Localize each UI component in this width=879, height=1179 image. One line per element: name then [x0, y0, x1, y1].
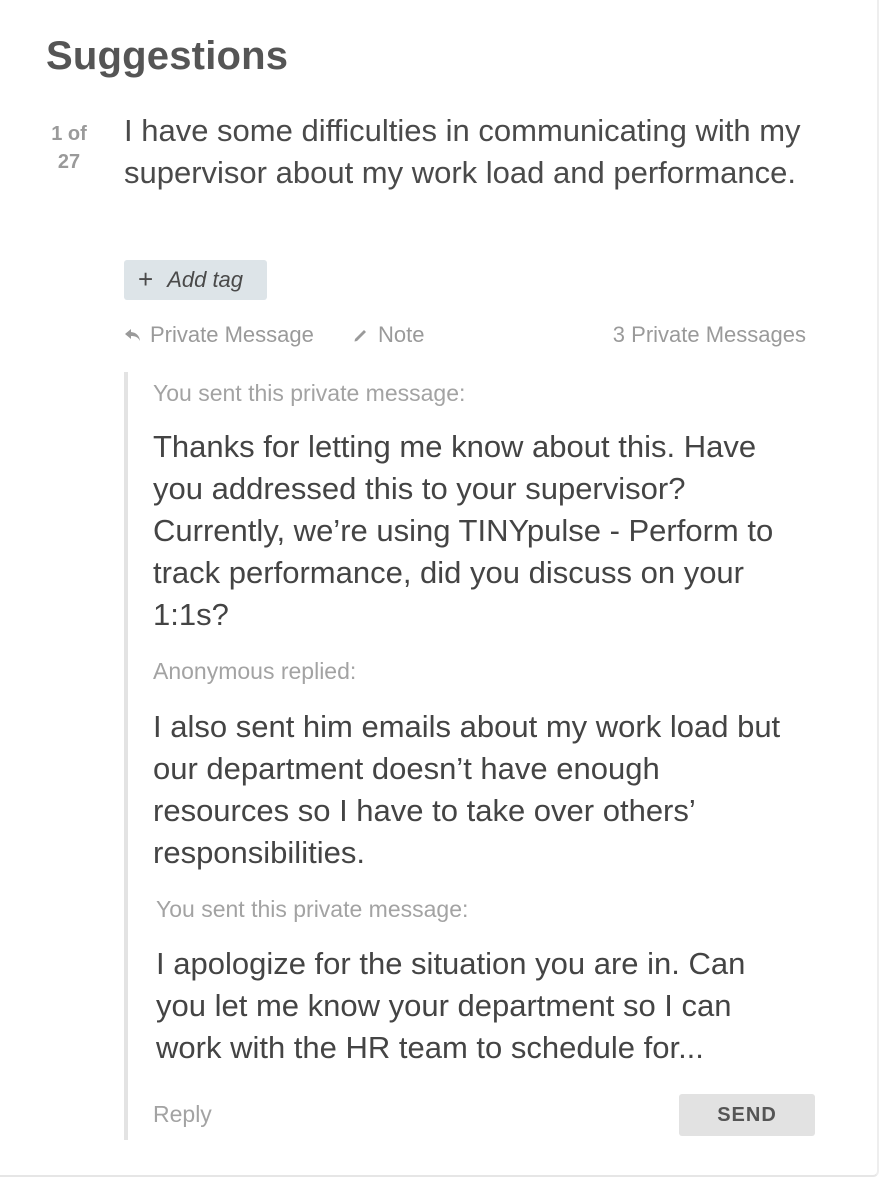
private-message-thread: You sent this private message: Thanks fo…	[124, 372, 818, 1140]
reply-arrow-icon	[125, 329, 140, 341]
private-messages-count-link[interactable]: 3 Private Messages	[613, 322, 806, 348]
page-title: Suggestions	[46, 34, 289, 78]
suggestion-text: I have some difficulties in communicatin…	[124, 113, 801, 190]
message-body: Thanks for letting me know about this. H…	[153, 429, 774, 632]
reply-input[interactable]: Reply	[153, 1101, 212, 1128]
pencil-icon	[354, 330, 366, 342]
send-button[interactable]: SEND	[679, 1094, 815, 1136]
plus-icon: +	[138, 264, 154, 294]
counter-total: 27	[57, 151, 81, 173]
message-body: I also sent him emails about my work loa…	[153, 709, 781, 870]
private-message-label: Private Message	[150, 322, 314, 347]
add-tag-button[interactable]: + Add tag	[124, 260, 267, 300]
add-tag-label: Add tag	[167, 267, 244, 292]
message-meta: You sent this private message:	[156, 896, 469, 922]
private-message-button[interactable]: Private Message	[124, 322, 314, 348]
message-meta: Anonymous replied:	[153, 658, 357, 684]
suggestion-card: Suggestions 1 of 27 I have some difficul…	[0, 0, 879, 1177]
message-meta: You sent this private message:	[153, 380, 466, 406]
note-button[interactable]: Note	[352, 322, 424, 348]
note-label: Note	[378, 322, 425, 347]
suggestion-actions: Private Message Note 3 Private Messages	[124, 322, 806, 352]
message-body: I apologize for the situation you are in…	[156, 946, 746, 1065]
counter-current: 1 of	[51, 123, 87, 145]
suggestion-counter: 1 of 27	[46, 120, 92, 176]
